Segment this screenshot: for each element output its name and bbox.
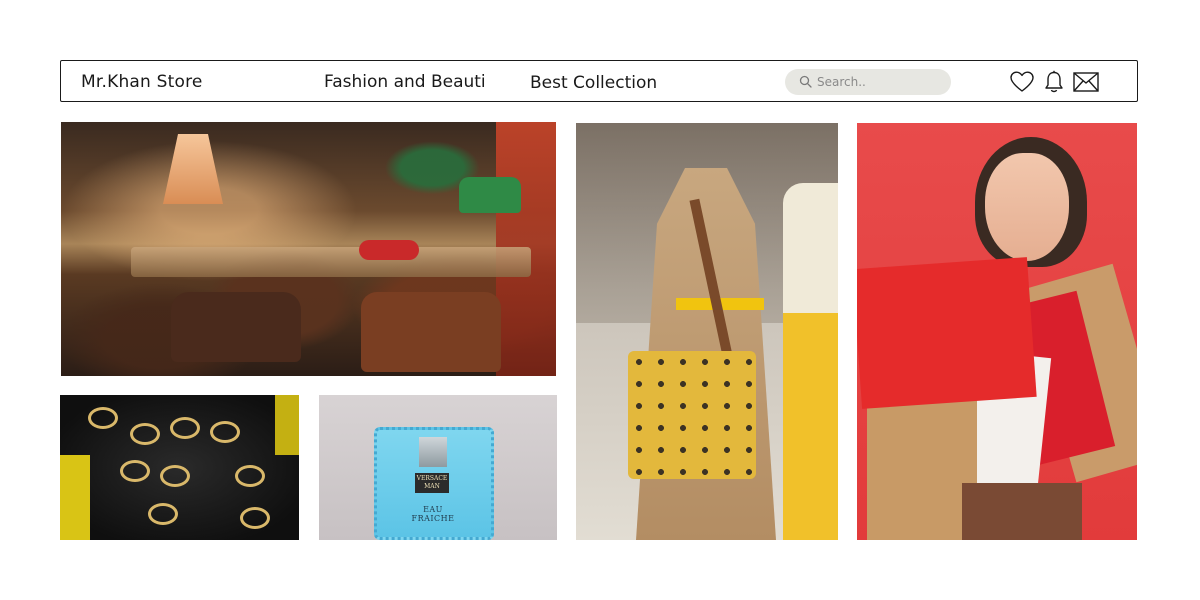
photo-detail-yellow-panel bbox=[60, 455, 90, 540]
photo-detail-ring bbox=[148, 503, 178, 525]
mail-icon[interactable] bbox=[1073, 72, 1099, 96]
photo-detail-ring bbox=[130, 423, 160, 445]
photo-detail-table bbox=[131, 247, 531, 277]
photo-detail-face bbox=[985, 153, 1069, 261]
page: Mr.Khan Store Fashion and Beauti Best Co… bbox=[0, 0, 1200, 600]
photo-detail-ring bbox=[210, 421, 240, 443]
photo-detail-leather-bag bbox=[361, 292, 501, 372]
photo-coat-and-bag[interactable] bbox=[576, 123, 838, 540]
photo-detail-ring bbox=[120, 460, 150, 482]
search-bar[interactable] bbox=[785, 69, 951, 95]
bell-icon[interactable] bbox=[1044, 70, 1064, 98]
search-icon bbox=[799, 75, 812, 88]
photo-detail-patterned-bag bbox=[628, 351, 756, 479]
photo-shopping-woman[interactable] bbox=[857, 123, 1137, 540]
photo-perfume-bottle[interactable]: VERSACE MAN EAU FRAICHE bbox=[319, 395, 557, 540]
photo-detail-skirt bbox=[962, 483, 1082, 540]
heart-icon[interactable] bbox=[1010, 71, 1034, 97]
photo-detail-mannequin bbox=[783, 183, 838, 323]
store-brand[interactable]: Mr.Khan Store bbox=[81, 72, 203, 92]
photo-detail-lamp bbox=[163, 134, 223, 204]
photo-detail-red-bag bbox=[857, 257, 1037, 409]
photo-detail-ring bbox=[240, 507, 270, 529]
photo-detail-ring bbox=[235, 465, 265, 487]
photo-vintage-market[interactable] bbox=[61, 122, 556, 376]
perfume-brand-text: VERSACE MAN bbox=[416, 475, 448, 490]
photo-detail-bottle-neck bbox=[419, 437, 447, 467]
photo-detail-brown-bag bbox=[171, 292, 301, 362]
photo-rings-display[interactable] bbox=[60, 395, 299, 540]
photo-detail-yellow-skirt bbox=[783, 313, 838, 540]
photo-detail-yellow-panel bbox=[275, 395, 299, 455]
top-navbar: Mr.Khan Store Fashion and Beauti Best Co… bbox=[60, 60, 1138, 102]
photo-detail-green-phone bbox=[459, 177, 521, 213]
photo-detail-ring bbox=[88, 407, 118, 429]
photo-detail-ring bbox=[160, 465, 190, 487]
photo-detail-red-shoes bbox=[359, 240, 419, 260]
nav-link-best-collection[interactable]: Best Collection bbox=[530, 73, 657, 93]
search-input[interactable] bbox=[817, 72, 937, 92]
photo-detail-ring bbox=[170, 417, 200, 439]
perfume-name-text: EAU FRAICHE bbox=[411, 505, 455, 523]
nav-link-fashion-and-beauty[interactable]: Fashion and Beauti bbox=[324, 72, 486, 92]
